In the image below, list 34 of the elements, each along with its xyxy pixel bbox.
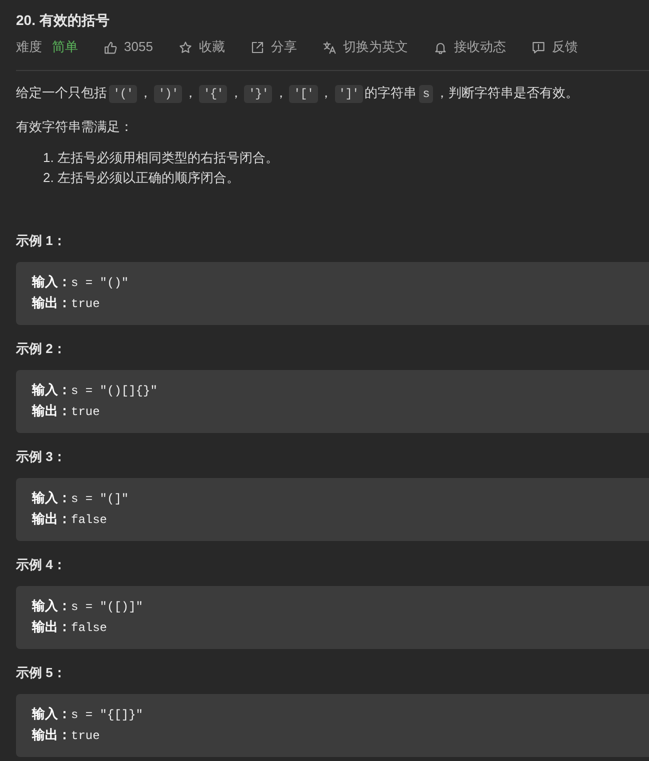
code-line: 输出：true: [32, 402, 100, 421]
favorite-button[interactable]: 收藏: [178, 37, 225, 57]
code-line: 输出：false: [32, 618, 108, 637]
thumbs-up-icon: [104, 40, 117, 54]
bell-icon: [434, 40, 447, 54]
share-icon: [250, 40, 264, 54]
code-line: 输入：s = "([)]": [32, 597, 144, 616]
code-line: 输出：true: [32, 726, 100, 745]
example-heading: 示例 3：: [16, 448, 66, 466]
share-button[interactable]: 分享: [250, 37, 297, 57]
code-line: 输入：s = "{[]}": [32, 705, 144, 724]
code-line: 输入：s = "(]": [32, 489, 129, 508]
code-line: 输入：s = "()": [32, 273, 129, 292]
star-icon: [178, 40, 192, 54]
example-heading: 示例 1：: [16, 232, 66, 250]
list-item: 1. 左括号必须用相同类型的右括号闭合。: [43, 149, 278, 167]
problem-title: 20. 有效的括号: [16, 11, 110, 30]
feedback-button[interactable]: 反馈: [532, 37, 578, 57]
code-line: 输出：false: [32, 510, 108, 529]
requirements-intro: 有效字符串需满足：: [16, 118, 133, 136]
code-line: 输出：true: [32, 294, 100, 313]
difficulty-label: 难度: [16, 38, 42, 56]
list-item: 2. 左括号必须以正确的顺序闭合。: [43, 169, 240, 187]
problem-description: 给定一个只包括 '(' ， ')' ， '{' ， '}' ， '[' ， ']' 的字符串 s ，判断字符串是否有效。: [16, 84, 578, 104]
example-heading: 示例 4：: [16, 556, 66, 574]
like-button[interactable]: 3055: [104, 37, 153, 57]
code-line: 输入：s = "()[]{}": [32, 381, 158, 400]
translate-icon: [322, 40, 336, 54]
speech-bubble-icon: [532, 40, 545, 54]
example-heading: 示例 5：: [16, 664, 66, 682]
difficulty-level: 简单: [52, 38, 78, 56]
translate-button[interactable]: 切换为英文: [322, 37, 408, 57]
example-heading: 示例 2：: [16, 340, 66, 358]
subscribe-button[interactable]: 接收动态: [434, 37, 506, 57]
